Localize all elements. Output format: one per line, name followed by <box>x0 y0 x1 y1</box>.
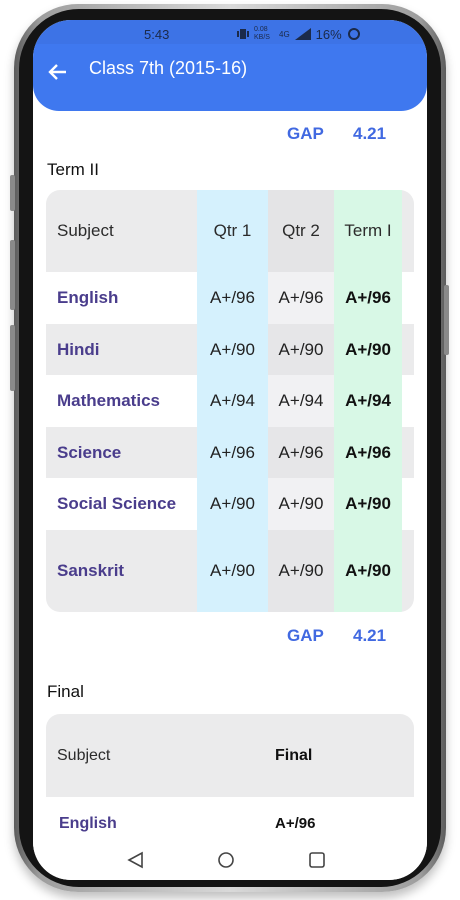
gap-label: GAP <box>287 626 324 645</box>
qtr1-grade: A+/90 <box>197 324 268 375</box>
term2-grade-table: Subject Qtr 1 Qtr 2 Term I English A+/96… <box>46 190 414 612</box>
qtr2-grade: A+/96 <box>268 427 334 478</box>
battery-percent: 16% <box>315 26 342 42</box>
qtr1-grade: A+/90 <box>197 478 268 530</box>
volume-up-button <box>10 175 15 211</box>
side-key <box>10 325 15 391</box>
table-row: Science A+/96 A+/96 A+/96 <box>46 427 414 478</box>
subject-name: Social Science <box>57 494 177 513</box>
qtr1-grade: A+/90 <box>197 530 268 612</box>
power-button <box>444 285 449 355</box>
term1-grade: A+/96 <box>334 272 402 324</box>
header-subject: Subject <box>57 747 111 764</box>
back-triangle-icon[interactable] <box>126 850 146 870</box>
status-time: 5:43 <box>144 27 170 42</box>
table-row: Hindi A+/90 A+/90 A+/90 <box>46 324 414 375</box>
gap-summary-top: GAP 4.21 <box>33 122 427 146</box>
term1-grade: A+/96 <box>334 427 402 478</box>
qtr1-grade: A+/96 <box>197 427 268 478</box>
qtr1-grade: A+/96 <box>197 272 268 324</box>
subject-name: English <box>57 288 119 307</box>
gap-value: 4.21 <box>353 124 387 143</box>
subject-name: Sanskrit <box>57 561 125 580</box>
phone-screen: 5:43 0.08 KB/S 4G 16% Class 7th (2015-16… <box>33 20 427 880</box>
header-subject: Subject <box>57 221 114 240</box>
final-grade: A+/96 <box>275 815 316 832</box>
table-row: Mathematics A+/94 A+/94 A+/94 <box>46 375 414 427</box>
header-qtr1: Qtr 1 <box>197 190 268 272</box>
qtr2-grade: A+/96 <box>268 272 334 324</box>
final-title: Final <box>47 682 84 701</box>
term1-grade: A+/90 <box>334 530 402 612</box>
network-type: 4G <box>279 29 290 39</box>
app-bar: Class 7th (2015-16) <box>33 44 427 111</box>
subject-name: English <box>59 815 117 832</box>
status-icons: 0.08 KB/S 4G 16% <box>237 26 361 42</box>
table-row: Sanskrit A+/90 A+/90 A+/90 <box>46 530 414 612</box>
system-nav-bar <box>33 842 427 880</box>
term1-grade: A+/90 <box>334 324 402 375</box>
qtr1-grade: A+/94 <box>197 375 268 427</box>
header-qtr2: Qtr 2 <box>268 190 334 272</box>
gap-summary-bottom: GAP 4.21 <box>33 624 427 648</box>
qtr2-grade: A+/90 <box>268 478 334 530</box>
subject-name: Mathematics <box>57 391 160 410</box>
net-speed: 0.08 KB/S <box>254 26 270 41</box>
battery-icon <box>347 28 360 40</box>
arrow-left-icon[interactable] <box>47 61 69 83</box>
table-row: English A+/96 A+/96 A+/96 <box>46 272 414 324</box>
vibrate-icon <box>237 29 249 39</box>
table-row: Social Science A+/90 A+/90 A+/90 <box>46 478 414 530</box>
page-title: Class 7th (2015-16) <box>89 58 248 78</box>
term1-grade: A+/94 <box>334 375 402 427</box>
gap-label: GAP <box>287 124 324 143</box>
final-header-row: Subject Final <box>46 714 414 797</box>
qtr2-grade: A+/90 <box>268 324 334 375</box>
signal-icon <box>294 28 311 40</box>
header-final: Final <box>275 747 313 764</box>
qtr2-grade: A+/90 <box>268 530 334 612</box>
recents-square-icon[interactable] <box>307 850 327 870</box>
home-circle-icon[interactable] <box>216 850 236 870</box>
term2-title: Term II <box>47 160 99 179</box>
header-term1: Term I <box>334 190 402 272</box>
gap-value: 4.21 <box>353 626 387 645</box>
term1-grade: A+/90 <box>334 478 402 530</box>
volume-down-button <box>10 240 15 310</box>
qtr2-grade: A+/94 <box>268 375 334 427</box>
subject-name: Science <box>57 442 122 462</box>
subject-name: Hindi <box>57 339 100 359</box>
table-header-row: Subject Qtr 1 Qtr 2 Term I <box>46 190 414 272</box>
